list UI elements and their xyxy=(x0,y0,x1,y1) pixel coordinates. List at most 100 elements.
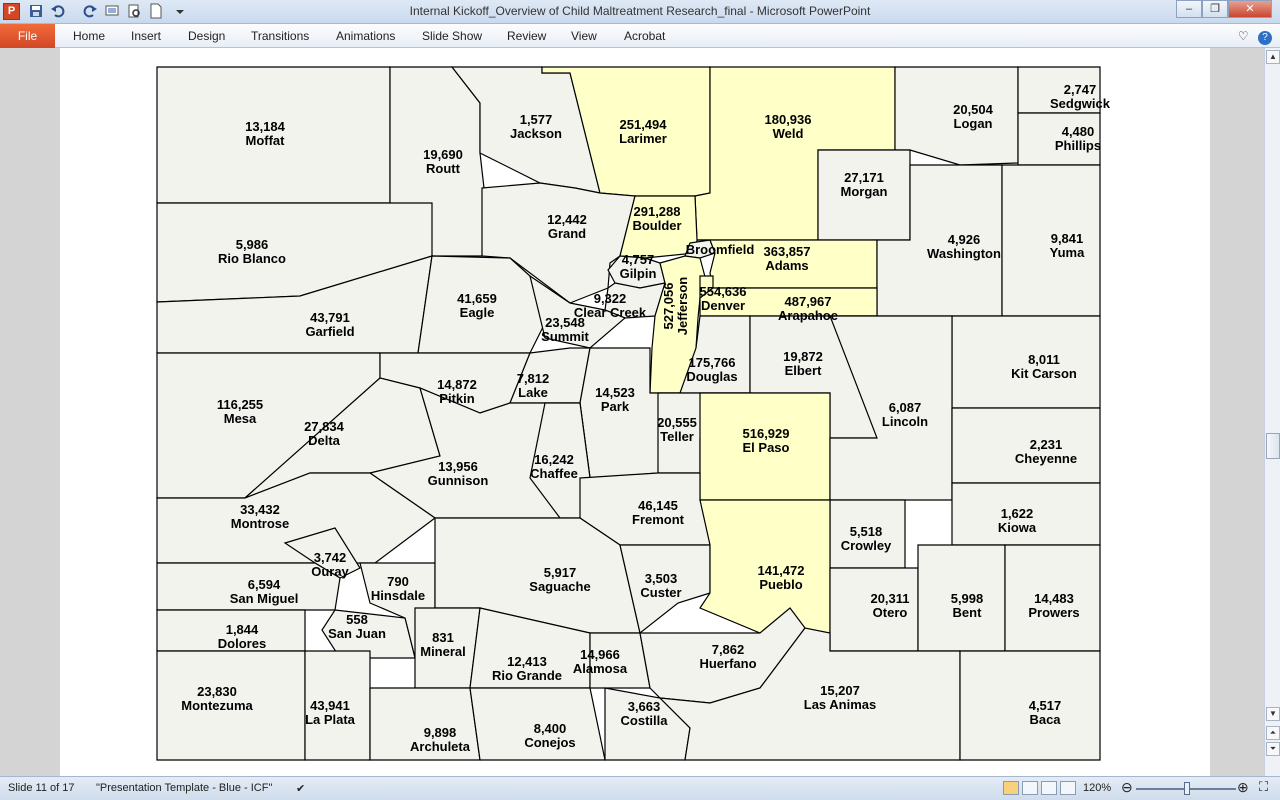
tab-acrobat[interactable]: Acrobat xyxy=(624,29,665,43)
scroll-down-icon[interactable]: ▼ xyxy=(1266,707,1280,721)
county-name: Lincoln xyxy=(882,414,928,429)
county-label-alamosa: 14,966Alamosa xyxy=(573,647,628,676)
county-value: 363,857 xyxy=(764,244,811,259)
previous-slide-icon[interactable]: ⏶ xyxy=(1266,726,1280,740)
county-value: 1,622 xyxy=(1001,506,1034,521)
tab-design[interactable]: Design xyxy=(188,29,225,43)
county-value: 41,659 xyxy=(457,291,497,306)
county-name: Ouray xyxy=(311,564,349,579)
county-value: 19,872 xyxy=(783,349,823,364)
county-name: Bent xyxy=(953,605,983,620)
county-value: 3,663 xyxy=(628,699,661,714)
slideshow-view-icon[interactable] xyxy=(1060,781,1076,795)
county-name: Baca xyxy=(1029,712,1061,727)
county-value: 7,862 xyxy=(712,642,745,657)
county-label-teller: 20,555Teller xyxy=(657,415,697,444)
county-label-yuma: 9,841Yuma xyxy=(1050,231,1085,260)
county-value: 9,841 xyxy=(1051,231,1084,246)
county-value: 4,517 xyxy=(1029,698,1062,713)
county-name: Rio Blanco xyxy=(218,251,286,266)
tab-animations[interactable]: Animations xyxy=(336,29,395,43)
county-label-douglas: 175,766Douglas xyxy=(686,355,737,384)
county-value: 5,917 xyxy=(544,565,577,580)
county-name: Alamosa xyxy=(573,661,628,676)
county-value: 20,504 xyxy=(953,102,994,117)
county-value: 7,812 xyxy=(517,371,550,386)
county-name: Kiowa xyxy=(998,520,1037,535)
tab-review[interactable]: Review xyxy=(507,29,546,43)
county-value: 33,432 xyxy=(240,502,280,517)
county-name: Summit xyxy=(541,329,589,344)
county-name: Park xyxy=(601,399,630,414)
county-name: Pueblo xyxy=(759,577,802,592)
county-value: 1,844 xyxy=(226,622,259,637)
county-value: 27,171 xyxy=(844,170,884,185)
county-value: 4,926 xyxy=(948,232,981,247)
county-name: Hinsdale xyxy=(371,588,425,603)
county-value: 4,757 xyxy=(622,252,655,267)
zoom-level[interactable]: 120% xyxy=(1083,782,1111,794)
tab-insert[interactable]: Insert xyxy=(131,29,161,43)
zoom-in-icon[interactable]: ⊕ xyxy=(1237,779,1249,796)
status-bar: Slide 11 of 17 "Presentation Template - … xyxy=(0,776,1280,800)
tab-home[interactable]: Home xyxy=(73,29,105,43)
county-name: Grand xyxy=(548,226,586,241)
slide-sorter-icon[interactable] xyxy=(1022,781,1038,795)
next-slide-icon[interactable]: ⏷ xyxy=(1266,742,1280,756)
county-name: Custer xyxy=(640,585,681,600)
county-value: 9,898 xyxy=(424,725,457,740)
county-value: 554,636 xyxy=(700,284,747,299)
county-value: 14,872 xyxy=(437,377,477,392)
tab-view[interactable]: View xyxy=(571,29,597,43)
slide-canvas[interactable]: 13,184 Moffat 19,690 Routt 1,577 Jackson 251,4… xyxy=(60,48,1210,776)
scroll-up-icon[interactable]: ▲ xyxy=(1266,50,1280,64)
help-icon[interactable]: ? xyxy=(1258,31,1272,45)
county-value: 6,087 xyxy=(889,400,922,415)
spell-check-icon[interactable]: ✔ xyxy=(296,782,305,795)
county-value: 4,480 xyxy=(1062,124,1095,139)
county-value: 527,056 xyxy=(661,283,676,330)
tab-transitions[interactable]: Transitions xyxy=(251,29,309,43)
county-label-summit: 23,548Summit xyxy=(541,315,589,344)
county-label-pueblo: 141,472Pueblo xyxy=(758,563,805,592)
county-label-fremont: 46,145Fremont xyxy=(632,498,685,527)
close-button[interactable]: ✕ xyxy=(1228,0,1272,18)
county-kitcarson xyxy=(951,315,1101,409)
colorado-county-map: 13,184Moffat 19,690Routt 1,577Jackson 251,4… xyxy=(156,66,1111,761)
zoom-out-icon[interactable]: ⊖ xyxy=(1121,779,1133,796)
county-label-delta: 27,834Delta xyxy=(304,419,345,448)
tab-slide-show[interactable]: Slide Show xyxy=(422,29,482,43)
county-label-larimer: 251,494Larimer xyxy=(619,117,667,146)
county-value: 9,322 xyxy=(594,291,627,306)
county-name: Fremont xyxy=(632,512,685,527)
county-name: El Paso xyxy=(743,440,790,455)
county-name: Rio Grande xyxy=(492,668,562,683)
reading-view-icon[interactable] xyxy=(1041,781,1057,795)
county-name: Washington xyxy=(927,246,1001,261)
county-name: Adams xyxy=(765,258,808,273)
theme-name[interactable]: "Presentation Template - Blue - ICF" xyxy=(96,782,272,794)
county-value: 13,184 xyxy=(245,119,286,134)
fit-to-window-icon[interactable]: ⛶ xyxy=(1259,779,1268,795)
tab-file[interactable]: File xyxy=(0,24,55,48)
scrollbar-thumb[interactable] xyxy=(1266,433,1280,459)
county-name: Yuma xyxy=(1050,245,1085,260)
county-value: 5,518 xyxy=(850,524,883,539)
county-label-morgan: 27,171Morgan xyxy=(841,170,888,199)
restore-button[interactable]: ❐ xyxy=(1202,0,1228,18)
county-label-lake: 7,812Lake xyxy=(517,371,550,400)
county-label-arapahoe: 487,967Arapahoe xyxy=(778,294,838,323)
minimize-button[interactable]: – xyxy=(1176,0,1202,18)
county-value: 14,483 xyxy=(1034,591,1074,606)
zoom-slider-knob[interactable] xyxy=(1184,782,1190,795)
county-name: Costilla xyxy=(621,713,669,728)
county-name: Huerfano xyxy=(699,656,756,671)
normal-view-icon[interactable] xyxy=(1003,781,1019,795)
county-value: 27,834 xyxy=(304,419,345,434)
collapse-ribbon-icon[interactable]: ♡ xyxy=(1238,29,1249,43)
county-value: 116,255 xyxy=(217,397,263,412)
vertical-scrollbar[interactable]: ▲ ▼ ⏶ ⏷ xyxy=(1264,48,1280,776)
county-name: Boulder xyxy=(632,218,681,233)
county-label-laplata: 43,941La Plata xyxy=(305,698,356,727)
county-label-jefferson: 527,056 Jefferson xyxy=(661,277,690,336)
